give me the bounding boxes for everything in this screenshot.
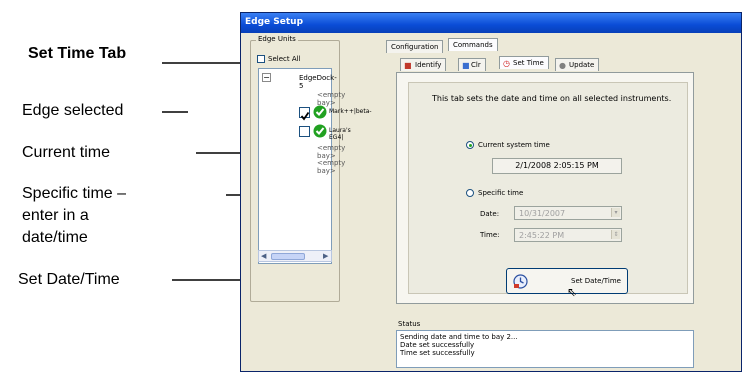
scroll-thumb[interactable] xyxy=(271,253,305,260)
tab-commands[interactable]: Commands xyxy=(448,38,498,51)
date-label: Date: xyxy=(480,210,500,218)
dock-label: EdgeDock-5 xyxy=(299,74,337,90)
time-value: 2:45:22 PM xyxy=(519,231,565,240)
bay-2-checkbox[interactable] xyxy=(299,107,310,121)
identify-icon: ■ xyxy=(404,61,412,70)
window-title: Edge Setup xyxy=(241,13,741,33)
status-line: Time set successfully xyxy=(400,349,475,357)
annotation-edge-selected: Edge selected xyxy=(22,102,124,119)
clock-icon: ◷ xyxy=(503,59,510,68)
tab-set-time[interactable]: ◷ Set Time xyxy=(499,56,549,69)
dropdown-arrow-icon[interactable]: ▾ xyxy=(611,208,620,217)
date-value: 10/31/2007 xyxy=(519,209,566,218)
time-label: Time: xyxy=(480,231,500,239)
edge-units-tree[interactable]: − EdgeDock-5 <empty bay> Mark++|beta- La… xyxy=(258,68,372,264)
annotation-set-time-tab: Set Time Tab xyxy=(28,45,127,62)
tree-item-bay-2[interactable]: Mark++|beta- xyxy=(329,108,372,115)
status-line: Sending date and time to bay 2... xyxy=(400,333,518,341)
collapse-icon[interactable]: − xyxy=(262,73,271,82)
annotation-specific-time-2: enter in a xyxy=(22,207,89,224)
tree-horizontal-scrollbar[interactable]: ◀ ▶ xyxy=(258,250,332,262)
specific-time-radio[interactable] xyxy=(466,189,474,197)
mouse-cursor-icon: ⇖ xyxy=(567,285,578,299)
set-clock-icon xyxy=(513,274,528,291)
tab-identify-label: Identify xyxy=(415,61,442,69)
tab-identify[interactable]: ■ Identify xyxy=(400,58,447,71)
status-line: Date set successfully xyxy=(400,341,475,349)
specific-time-label: Specific time xyxy=(478,189,524,197)
tab-set-time-label: Set Time xyxy=(513,59,544,67)
spinner-icon[interactable]: ⇕ xyxy=(611,230,620,239)
edge-units-label: Edge Units xyxy=(256,35,298,43)
scroll-left-icon[interactable]: ◀ xyxy=(261,252,266,260)
tab-update[interactable]: ● Update xyxy=(555,58,600,71)
checkmark-icon xyxy=(300,111,310,121)
annotation-current-time: Current time xyxy=(22,144,111,161)
tree-item-bay-3[interactable]: Laura's EG4| xyxy=(329,127,351,141)
tab-clear[interactable]: ■ Clr xyxy=(458,58,486,71)
green-check-icon xyxy=(313,105,327,121)
annotation-specific-time-1: Specific time – xyxy=(22,185,127,202)
tree-item-bay-5[interactable]: <empty bay> xyxy=(317,159,345,175)
status-log: Sending date and time to bay 2... Date s… xyxy=(396,330,694,368)
current-time-display: 2/1/2008 2:05:15 PM xyxy=(492,158,622,174)
tree-item-bay-4[interactable]: <empty bay> xyxy=(317,144,345,160)
current-time-radio[interactable] xyxy=(466,141,474,149)
current-time-label: Current system time xyxy=(478,141,550,149)
date-picker[interactable]: 10/31/2007 ▾ xyxy=(514,206,622,220)
scroll-right-icon[interactable]: ▶ xyxy=(323,252,328,260)
status-label: Status xyxy=(398,320,421,328)
tab-configuration[interactable]: Configuration xyxy=(386,40,444,53)
green-check-icon xyxy=(313,124,327,140)
time-picker[interactable]: 2:45:22 PM ⇕ xyxy=(514,228,622,242)
annotation-set-date-time: Set Date/Time xyxy=(18,271,120,288)
set-time-description: This tab sets the date and time on all s… xyxy=(432,94,672,103)
tab-update-label: Update xyxy=(569,61,595,69)
set-date-time-label: Set Date/Time xyxy=(571,277,621,285)
set-time-panel xyxy=(408,82,688,294)
bay-3-checkbox[interactable] xyxy=(299,126,310,137)
tab-clear-label: Clr xyxy=(471,61,481,69)
update-icon: ● xyxy=(559,61,566,70)
clear-icon: ■ xyxy=(462,61,470,70)
select-all-label: Select All xyxy=(268,55,301,63)
annotation-specific-time-3: date/time xyxy=(22,229,88,246)
select-all-checkbox[interactable] xyxy=(257,55,265,63)
